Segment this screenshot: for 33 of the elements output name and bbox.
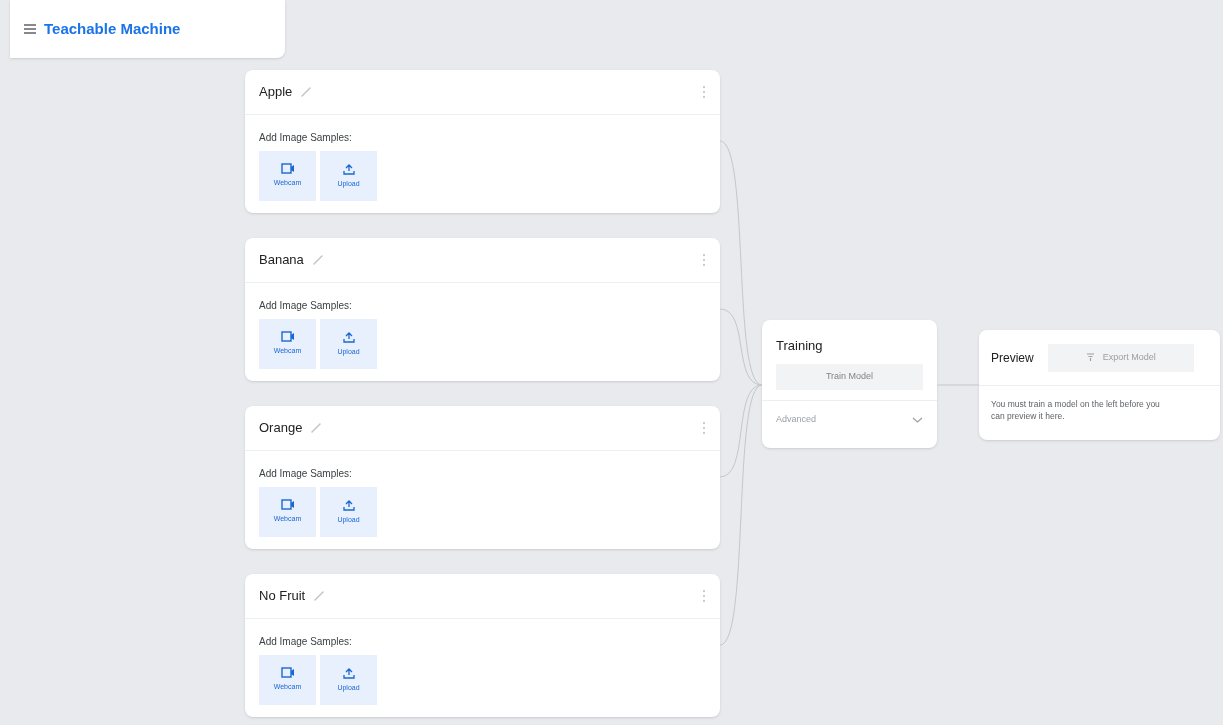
more-options-icon[interactable] <box>702 253 706 267</box>
upload-icon <box>342 330 355 343</box>
samples-label: Add Image Samples: <box>259 299 353 313</box>
signal-icon <box>1085 353 1095 362</box>
samples-label: Add Image Samples: <box>259 467 353 481</box>
video-camera-icon <box>280 499 295 511</box>
class-name[interactable]: Apple <box>259 82 293 102</box>
pencil-icon[interactable] <box>311 254 324 266</box>
upload-icon <box>342 666 355 679</box>
more-options-icon[interactable] <box>702 421 706 435</box>
samples-label: Add Image Samples: <box>259 635 353 649</box>
pencil-icon[interactable] <box>300 86 313 98</box>
upload-icon <box>342 498 355 511</box>
more-options-icon[interactable] <box>702 85 706 99</box>
pencil-icon[interactable] <box>313 590 326 602</box>
class-name[interactable]: Orange <box>259 418 303 438</box>
more-options-icon[interactable] <box>702 589 706 603</box>
app-title: Teachable Machine <box>44 18 181 39</box>
video-camera-icon <box>280 667 295 679</box>
train-model-button[interactable]: Train Model <box>776 363 923 390</box>
video-camera-icon <box>280 163 295 175</box>
samples-label: Add Image Samples: <box>259 131 353 145</box>
video-camera-icon <box>280 331 295 343</box>
chevron-down-icon[interactable] <box>912 417 923 423</box>
class-name[interactable]: No Fruit <box>259 586 306 606</box>
menu-icon[interactable] <box>24 24 36 34</box>
training-title: Training <box>776 337 824 355</box>
upload-icon <box>342 162 355 175</box>
pencil-icon[interactable] <box>310 422 323 434</box>
preview-title: Preview <box>991 349 1034 367</box>
advanced-label[interactable]: Advanced <box>776 413 817 427</box>
class-name[interactable]: Banana <box>259 250 304 270</box>
preview-message: You must train a model on the left before you can preview it here. <box>991 398 1161 422</box>
